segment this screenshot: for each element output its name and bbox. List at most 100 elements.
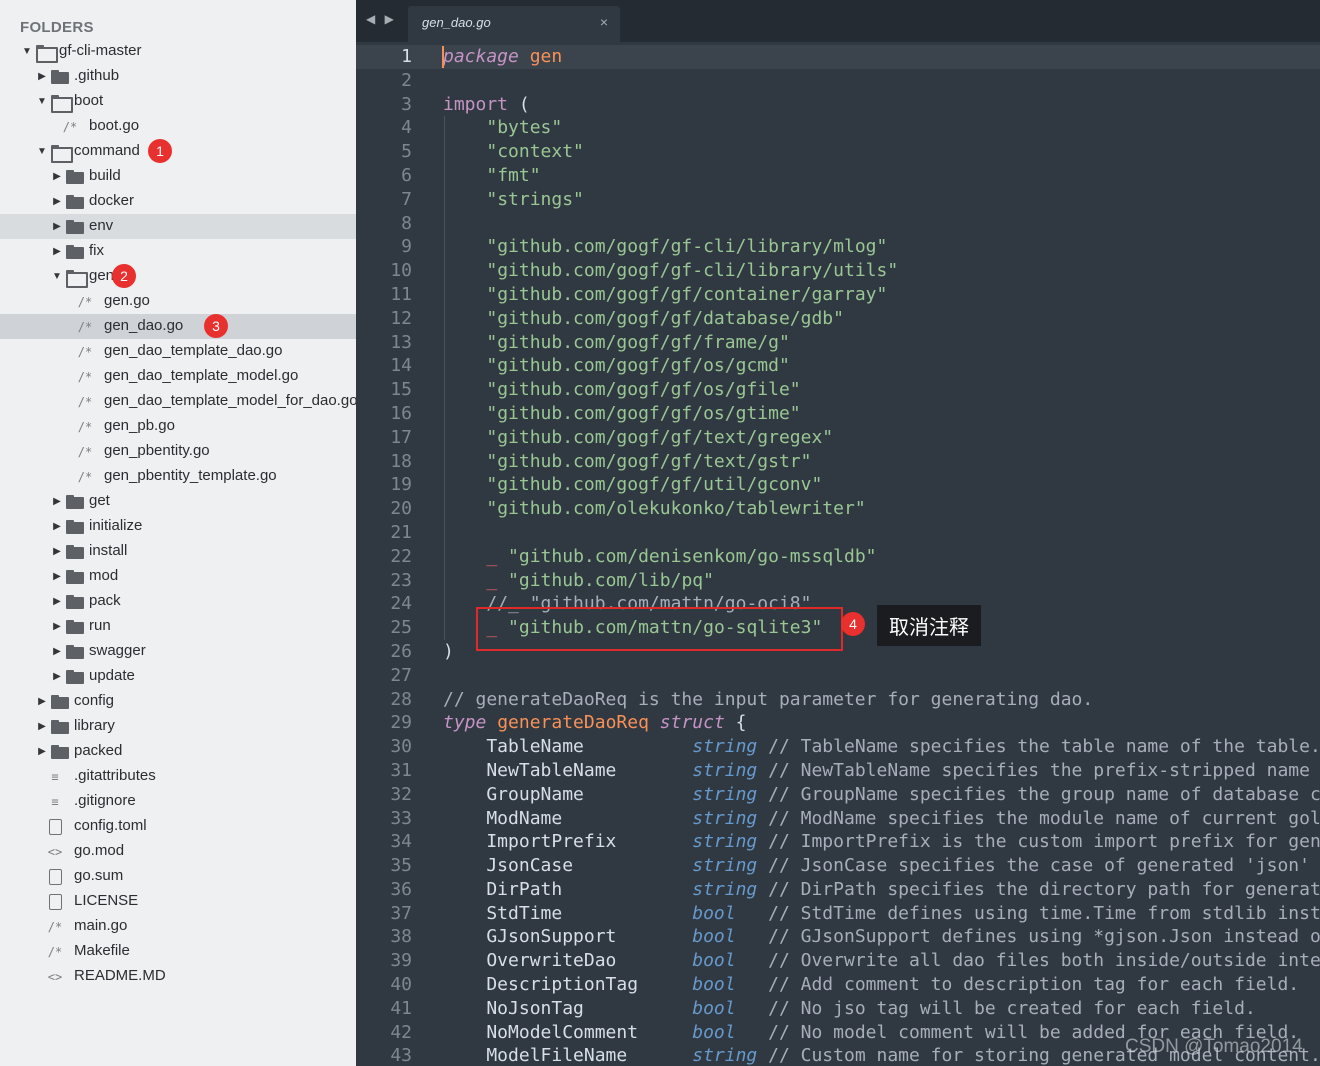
tree-folder-mod[interactable]: ▶ mod	[0, 564, 356, 589]
code-line[interactable]: 29 type generateDaoReq struct {	[356, 711, 1320, 735]
code-line[interactable]: 1 package gen	[356, 45, 1320, 69]
tree-file-license[interactable]: LICENSE	[0, 889, 356, 914]
code-line[interactable]: 22 _ "github.com/denisenkom/go-mssqldb"	[356, 545, 1320, 569]
code-line[interactable]: 8	[356, 212, 1320, 236]
code-line[interactable]: 15 "github.com/gogf/gf/os/gfile"	[356, 378, 1320, 402]
chevron-right-icon[interactable]: ▶	[50, 614, 64, 639]
code-line[interactable]: 40 DescriptionTag bool // Add comment to…	[356, 973, 1320, 997]
code-line[interactable]: 5 "context"	[356, 140, 1320, 164]
tree-folder-env[interactable]: ▶ env	[0, 214, 356, 239]
code-line[interactable]: 9 "github.com/gogf/gf-cli/library/mlog"	[356, 235, 1320, 259]
tree-folder-gf-cli-master[interactable]: ▼ gf-cli-master	[0, 39, 356, 64]
code-line[interactable]: 23 _ "github.com/lib/pq"	[356, 569, 1320, 593]
chevron-right-icon[interactable]: ▶	[50, 189, 64, 214]
tree-folder-get[interactable]: ▶ get	[0, 489, 356, 514]
tree-file-gen-pb-go[interactable]: /* gen_pb.go	[0, 414, 356, 439]
tree-file-makefile[interactable]: /* Makefile	[0, 939, 356, 964]
code-line[interactable]: 31 NewTableName string // NewTableName s…	[356, 759, 1320, 783]
code-line[interactable]: 11 "github.com/gogf/gf/container/garray"	[356, 283, 1320, 307]
chevron-right-icon[interactable]: ▶	[50, 664, 64, 689]
chevron-down-icon[interactable]: ▼	[35, 89, 49, 114]
code-line[interactable]: 3 import (	[356, 93, 1320, 117]
code-line[interactable]: 13 "github.com/gogf/gf/frame/g"	[356, 331, 1320, 355]
tree-folder-config[interactable]: ▶ config	[0, 689, 356, 714]
tree-file-gen-dao-template-model-for-dao-go[interactable]: /* gen_dao_template_model_for_dao.go	[0, 389, 356, 414]
chevron-right-icon[interactable]: ▶	[50, 214, 64, 239]
tree-file-go-sum[interactable]: go.sum	[0, 864, 356, 889]
code-line[interactable]: 37 StdTime bool // StdTime defines using…	[356, 902, 1320, 926]
code-area[interactable]: 1 package gen 2 3 import (4 "bytes" 5 "contex…	[356, 45, 1320, 1066]
tree-file-readme-md[interactable]: <> README.MD	[0, 964, 356, 989]
chevron-right-icon[interactable]: ▶	[50, 489, 64, 514]
tree-file-gen-pbentity-go[interactable]: /* gen_pbentity.go	[0, 439, 356, 464]
chevron-right-icon[interactable]: ▶	[35, 714, 49, 739]
chevron-right-icon[interactable]: ▶	[50, 514, 64, 539]
tree-folder-docker[interactable]: ▶ docker	[0, 189, 356, 214]
code-line[interactable]: 6 "fmt"	[356, 164, 1320, 188]
tree-folder-pack[interactable]: ▶ pack	[0, 589, 356, 614]
tree-folder-gen[interactable]: ▼ gen 2	[0, 264, 356, 289]
tree-folder-github[interactable]: ▶ .github	[0, 64, 356, 89]
code-line[interactable]: 20 "github.com/olekukonko/tablewriter"	[356, 497, 1320, 521]
code-line[interactable]: 7 "strings"	[356, 188, 1320, 212]
code-line[interactable]: 14 "github.com/gogf/gf/os/gcmd"	[356, 354, 1320, 378]
tree-folder-initialize[interactable]: ▶ initialize	[0, 514, 356, 539]
code-line[interactable]: 18 "github.com/gogf/gf/text/gstr"	[356, 450, 1320, 474]
tree-folder-fix[interactable]: ▶ fix	[0, 239, 356, 264]
chevron-right-icon[interactable]: ▶	[35, 739, 49, 764]
code-line[interactable]: 17 "github.com/gogf/gf/text/gregex"	[356, 426, 1320, 450]
tab-gen-dao-go[interactable]: gen_dao.go ×	[408, 6, 620, 42]
code-line[interactable]: 35 JsonCase string // JsonCase specifies…	[356, 854, 1320, 878]
code-line[interactable]: 38 GJsonSupport bool // GJsonSupport def…	[356, 925, 1320, 949]
chevron-down-icon[interactable]: ▼	[50, 264, 64, 289]
chevron-right-icon[interactable]: ▶	[50, 589, 64, 614]
chevron-down-icon[interactable]: ▼	[35, 139, 49, 164]
tab-nav-arrows-icon[interactable]: ◀ ▶	[366, 12, 397, 26]
code-line[interactable]: 4 "bytes"	[356, 116, 1320, 140]
tree-folder-boot[interactable]: ▼ boot	[0, 89, 356, 114]
tree-file-gen-go[interactable]: /* gen.go	[0, 289, 356, 314]
code-line[interactable]: 30 TableName string // TableName specifi…	[356, 735, 1320, 759]
tree-folder-command[interactable]: ▼ command 1	[0, 139, 356, 164]
tree-folder-update[interactable]: ▶ update	[0, 664, 356, 689]
code-line[interactable]: 27	[356, 664, 1320, 688]
tree-file-gitignore[interactable]: ≡ .gitignore	[0, 789, 356, 814]
code-line[interactable]: 34 ImportPrefix string // ImportPrefix i…	[356, 830, 1320, 854]
code-line[interactable]: 10 "github.com/gogf/gf-cli/library/utils…	[356, 259, 1320, 283]
code-line[interactable]: 36 DirPath string // DirPath specifies t…	[356, 878, 1320, 902]
code-line[interactable]: 33 ModName string // ModName specifies t…	[356, 807, 1320, 831]
code-line[interactable]: 28 // generateDaoReq is the input paramet…	[356, 688, 1320, 712]
chevron-right-icon[interactable]: ▶	[35, 689, 49, 714]
tree-file-go-mod[interactable]: <> go.mod	[0, 839, 356, 864]
tree-file-gen-pbentity-template-go[interactable]: /* gen_pbentity_template.go	[0, 464, 356, 489]
tree-folder-packed[interactable]: ▶ packed	[0, 739, 356, 764]
code-line[interactable]: 19 "github.com/gogf/gf/util/gconv"	[356, 473, 1320, 497]
tree-file-boot-go[interactable]: /* boot.go	[0, 114, 356, 139]
chevron-right-icon[interactable]: ▶	[50, 539, 64, 564]
chevron-down-icon[interactable]: ▼	[20, 39, 34, 64]
chevron-right-icon[interactable]: ▶	[50, 239, 64, 264]
tree-folder-run[interactable]: ▶ run	[0, 614, 356, 639]
tree-file-gen-dao-go[interactable]: /* gen_dao.go 3	[0, 314, 356, 339]
tree-file-gitattributes[interactable]: ≡ .gitattributes	[0, 764, 356, 789]
code-line[interactable]: 12 "github.com/gogf/gf/database/gdb"	[356, 307, 1320, 331]
chevron-right-icon[interactable]: ▶	[50, 639, 64, 664]
chevron-right-icon[interactable]: ▶	[35, 64, 49, 89]
chevron-right-icon[interactable]: ▶	[50, 564, 64, 589]
code-line[interactable]: 41 NoJsonTag bool // No jso tag will be …	[356, 997, 1320, 1021]
tree-file-gen-dao-template-model-go[interactable]: /* gen_dao_template_model.go	[0, 364, 356, 389]
tree-folder-swagger[interactable]: ▶ swagger	[0, 639, 356, 664]
close-icon[interactable]: ×	[600, 14, 608, 30]
code-line[interactable]: 16 "github.com/gogf/gf/os/gtime"	[356, 402, 1320, 426]
code-line[interactable]: 21	[356, 521, 1320, 545]
code-line[interactable]: 2	[356, 69, 1320, 93]
chevron-right-icon[interactable]: ▶	[50, 164, 64, 189]
tree-file-gen-dao-template-dao-go[interactable]: /* gen_dao_template_dao.go	[0, 339, 356, 364]
code-line[interactable]: 39 OverwriteDao bool // Overwrite all da…	[356, 949, 1320, 973]
tree-file-config-toml[interactable]: config.toml	[0, 814, 356, 839]
tree-folder-install[interactable]: ▶ install	[0, 539, 356, 564]
tree-folder-library[interactable]: ▶ library	[0, 714, 356, 739]
code-line[interactable]: 32 GroupName string // GroupName specifi…	[356, 783, 1320, 807]
tree-file-main-go[interactable]: /* main.go	[0, 914, 356, 939]
tree-folder-build[interactable]: ▶ build	[0, 164, 356, 189]
